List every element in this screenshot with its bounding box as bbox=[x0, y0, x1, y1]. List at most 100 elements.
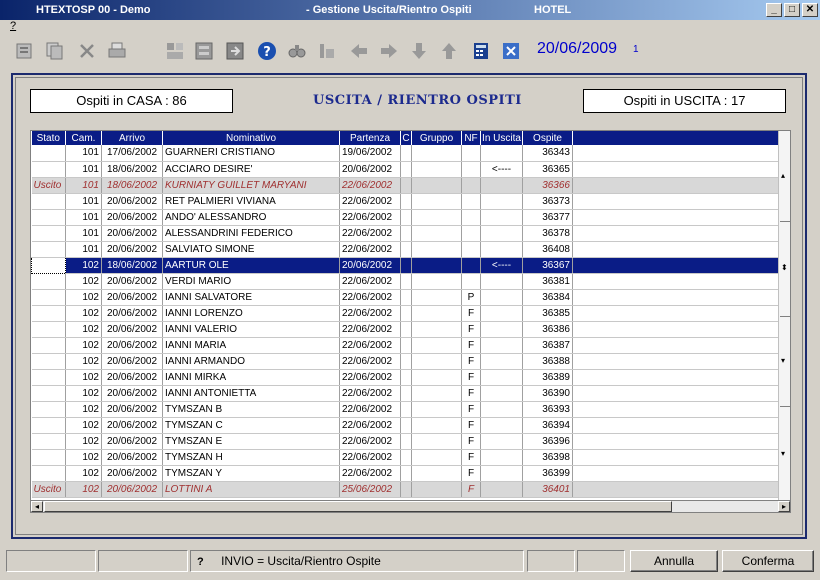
column-header[interactable]: Cam. bbox=[65, 131, 102, 145]
table-row[interactable]: 102 20/06/2002 IANNI MARIA 22/06/2002 F 36387 bbox=[31, 337, 781, 354]
table-cell: 36367 bbox=[522, 257, 573, 274]
table-row[interactable]: 101 17/06/2002 GUARNERI CRISTIANO 19/06/200… bbox=[31, 145, 781, 162]
next-icon[interactable] bbox=[378, 40, 400, 62]
help-icon[interactable]: ? bbox=[256, 40, 278, 62]
up-icon[interactable] bbox=[438, 40, 460, 62]
table-cell: 22/06/2002 bbox=[339, 337, 401, 354]
table-cell bbox=[480, 145, 523, 162]
table-cell bbox=[411, 193, 462, 210]
scroll-end-icon[interactable]: ▾ bbox=[781, 449, 785, 458]
export-icon[interactable] bbox=[224, 40, 246, 62]
column-header[interactable]: Partenza bbox=[339, 131, 401, 145]
minimize-button[interactable]: _ bbox=[766, 3, 782, 17]
table-cell bbox=[400, 241, 412, 258]
table-row[interactable]: Uscito 101 18/06/2002 KURNIATY GUILLET MARY… bbox=[31, 177, 781, 194]
status-hint-text: INVIO = Uscita/Rientro Ospite bbox=[221, 554, 381, 568]
table-cell: 20/06/2002 bbox=[101, 241, 163, 258]
table-row[interactable]: 102 20/06/2002 IANNI VALERIO 22/06/2002 F 363… bbox=[31, 321, 781, 338]
column-header[interactable]: Gruppo bbox=[411, 131, 462, 145]
scroll-right-icon[interactable]: ▸ bbox=[778, 501, 790, 512]
scroll-up-icon[interactable]: ▴ bbox=[781, 171, 785, 180]
guests-grid[interactable]: Stato Cam. Arrivo Nominativo Partenza C Gruppo… bbox=[30, 130, 791, 513]
table-cell: 22/06/2002 bbox=[339, 321, 401, 338]
vertical-scrollbar[interactable]: ▴ ⬍ ▾ ▾ bbox=[778, 131, 790, 512]
table-cell: IANNI ANTONIETTA bbox=[162, 385, 340, 402]
delete-icon[interactable] bbox=[76, 40, 98, 62]
table-cell: 22/06/2002 bbox=[339, 369, 401, 386]
table-cell: <---- bbox=[480, 257, 523, 274]
find-icon[interactable] bbox=[286, 40, 308, 62]
print-icon[interactable] bbox=[106, 40, 128, 62]
table-cell bbox=[461, 241, 481, 258]
layout-icon[interactable] bbox=[164, 40, 186, 62]
column-header[interactable]: Arrivo bbox=[101, 131, 163, 145]
table-cell: 102 bbox=[65, 465, 102, 482]
table-cell bbox=[31, 321, 66, 338]
table-row[interactable]: 102 20/06/2002 IANNI LORENZO 22/06/2002 F 363… bbox=[31, 305, 781, 322]
chart-icon[interactable] bbox=[316, 40, 338, 62]
help-menu[interactable]: ? bbox=[10, 20, 16, 32]
table-cell: 36343 bbox=[522, 145, 573, 162]
horizontal-scrollbar[interactable]: ◂ ▸ bbox=[30, 500, 791, 513]
table-row[interactable]: Uscito 102 20/06/2002 LOTTINI A 25/06/2002 F 3… bbox=[31, 481, 781, 498]
table-row[interactable]: 102 20/06/2002 TYMSZAN Y 22/06/2002 F 36399 bbox=[31, 465, 781, 482]
column-header[interactable]: C bbox=[400, 131, 412, 145]
table-row[interactable]: 102 20/06/2002 TYMSZAN B 22/06/2002 F 36393 bbox=[31, 401, 781, 418]
form-icon[interactable] bbox=[193, 40, 215, 62]
table-row[interactable]: 101 18/06/2002 ACCIARO DESIRE' 20/06/2002 <-… bbox=[31, 161, 781, 178]
down-icon[interactable] bbox=[408, 40, 430, 62]
scroll-left-icon[interactable]: ◂ bbox=[31, 501, 43, 512]
table-cell: 101 bbox=[65, 177, 102, 194]
table-row[interactable]: 101 20/06/2002 ALESSANDRINI FEDERICO 22/06/… bbox=[31, 225, 781, 242]
table-cell: KURNIATY GUILLET MARYANI bbox=[162, 177, 340, 194]
table-row[interactable]: 102 20/06/2002 TYMSZAN H 22/06/2002 F 36398 bbox=[31, 449, 781, 466]
table-row[interactable]: 102 20/06/2002 TYMSZAN C 22/06/2002 F 36394 bbox=[31, 417, 781, 434]
column-header[interactable]: NF bbox=[461, 131, 481, 145]
table-row[interactable]: 102 20/06/2002 IANNI MIRKA 22/06/2002 F 36389 bbox=[31, 369, 781, 386]
table-row[interactable]: 102 20/06/2002 IANNI ARMANDO 22/06/2002 F 363… bbox=[31, 353, 781, 370]
scroll-down-icon[interactable]: ▾ bbox=[781, 356, 785, 365]
table-cell: F bbox=[461, 321, 481, 338]
hotel-label: HOTEL bbox=[534, 4, 572, 16]
table-row[interactable]: 101 20/06/2002 ANDO' ALESSANDRO 22/06/2002 3… bbox=[31, 209, 781, 226]
table-cell bbox=[411, 401, 462, 418]
table-cell: 36378 bbox=[522, 225, 573, 242]
column-header[interactable]: Ospite bbox=[522, 131, 573, 145]
close-icon[interactable] bbox=[500, 40, 522, 62]
table-cell bbox=[480, 209, 523, 226]
table-cell: 22/06/2002 bbox=[339, 465, 401, 482]
table-row[interactable]: 101 20/06/2002 SALVIATO SIMONE 22/06/2002 36… bbox=[31, 241, 781, 258]
maximize-button[interactable]: □ bbox=[784, 3, 800, 17]
copy-record-icon[interactable] bbox=[44, 40, 66, 62]
table-cell bbox=[31, 273, 66, 290]
table-row[interactable]: 102 20/06/2002 TYMSZAN E 22/06/2002 F 36396 bbox=[31, 433, 781, 450]
table-cell: TYMSZAN Y bbox=[162, 465, 340, 482]
table-row[interactable]: 102 20/06/2002 VERDI MARIO 22/06/2002 36381 bbox=[31, 273, 781, 290]
scroll-updown-icon[interactable]: ⬍ bbox=[781, 263, 788, 272]
prev-icon[interactable] bbox=[348, 40, 370, 62]
calculator-icon[interactable] bbox=[470, 40, 492, 62]
table-row[interactable]: 101 20/06/2002 RET PALMIERI VIVIANA 22/06/2… bbox=[31, 193, 781, 210]
table-cell: IANNI ARMANDO bbox=[162, 353, 340, 370]
annulla-button[interactable]: Annulla bbox=[630, 550, 718, 572]
table-row[interactable]: 102 20/06/2002 IANNI ANTONIETTA 22/06/2002 F… bbox=[31, 385, 781, 402]
table-cell: SALVIATO SIMONE bbox=[162, 241, 340, 258]
close-window-button[interactable]: ✕ bbox=[802, 3, 818, 17]
table-cell: 36384 bbox=[522, 289, 573, 306]
status-bar: ? INVIO = Uscita/Rientro Ospite Annulla … bbox=[0, 550, 820, 574]
table-row[interactable]: 102 18/06/2002 AARTUR OLE 20/06/2002 <---- 36… bbox=[31, 256, 781, 274]
table-cell: 36377 bbox=[522, 209, 573, 226]
table-cell: LOTTINI A bbox=[162, 481, 340, 498]
column-header[interactable]: Nominativo bbox=[162, 131, 340, 145]
table-cell: 20/06/2002 bbox=[101, 385, 163, 402]
column-header[interactable]: In Uscita bbox=[480, 131, 523, 145]
table-cell: F bbox=[461, 417, 481, 434]
record-icon[interactable] bbox=[14, 40, 36, 62]
table-cell: F bbox=[461, 353, 481, 370]
column-header[interactable]: Stato bbox=[31, 131, 66, 145]
conferma-button[interactable]: Conferma bbox=[722, 550, 814, 572]
table-row[interactable]: 102 20/06/2002 IANNI SALVATORE 22/06/2002 P 3… bbox=[31, 289, 781, 306]
scroll-thumb[interactable] bbox=[44, 501, 672, 512]
table-cell: 20/06/2002 bbox=[101, 481, 163, 498]
table-cell bbox=[461, 273, 481, 290]
